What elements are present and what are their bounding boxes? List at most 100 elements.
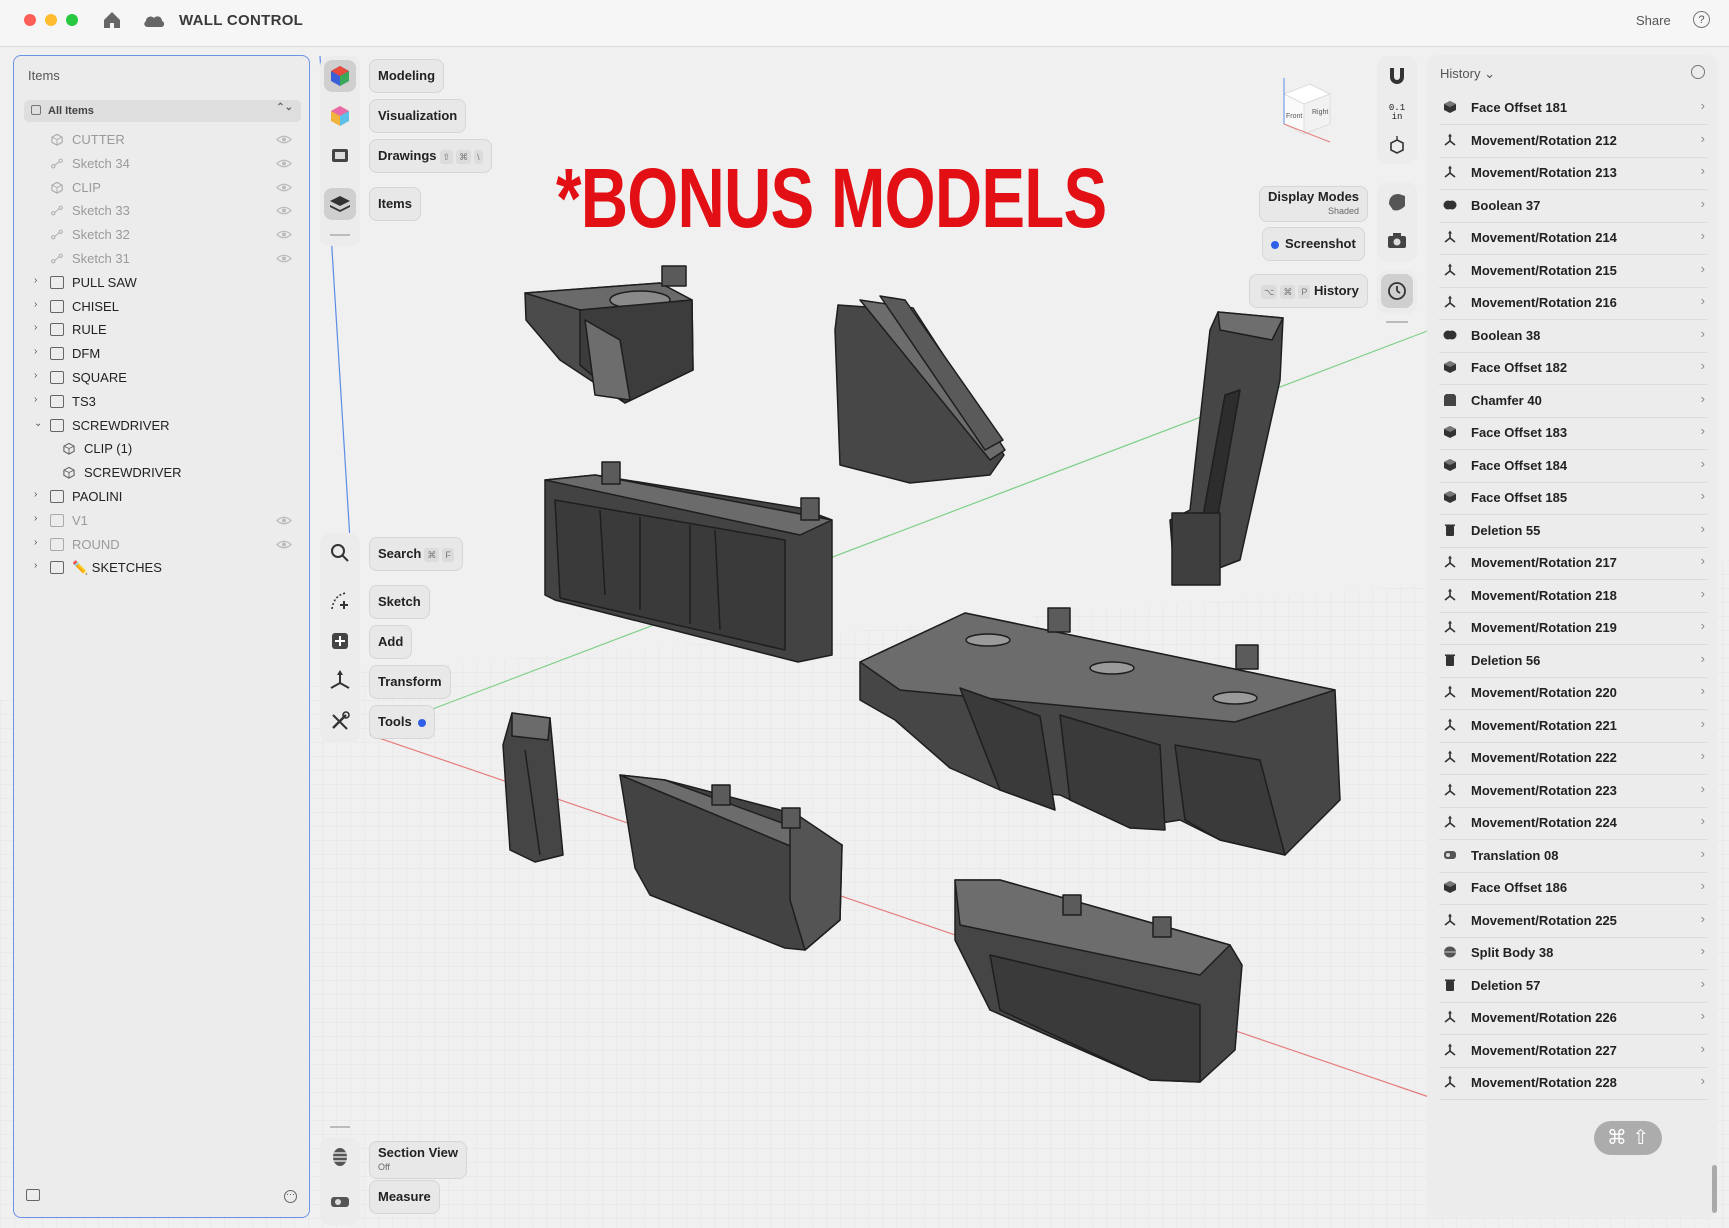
- new-folder-icon[interactable]: [26, 1189, 40, 1201]
- chevron-right-icon[interactable]: ›: [1701, 1041, 1705, 1056]
- drawings-pill[interactable]: Drawings ⇧ ⌘ \: [369, 139, 492, 173]
- search-pill[interactable]: Search ⌘ F: [369, 537, 463, 571]
- chevron-right-icon[interactable]: ›: [1701, 716, 1705, 731]
- chevron-right-icon[interactable]: ›: [1701, 586, 1705, 601]
- tree-folder[interactable]: › TS3: [14, 390, 311, 414]
- measure-pill[interactable]: Measure: [369, 1180, 440, 1214]
- home-icon[interactable]: [101, 9, 123, 31]
- history-item[interactable]: Face Offset 182 ›: [1439, 350, 1707, 385]
- tree-folder[interactable]: › ROUND: [14, 533, 311, 557]
- transform-button[interactable]: [324, 665, 356, 697]
- chevron-right-icon[interactable]: ›: [1701, 1008, 1705, 1023]
- history-toggle-button[interactable]: [1381, 274, 1413, 308]
- screenshot-pill[interactable]: Screenshot: [1262, 227, 1365, 261]
- history-item[interactable]: Movement/Rotation 217 ›: [1439, 545, 1707, 580]
- history-item[interactable]: Movement/Rotation 212 ›: [1439, 123, 1707, 158]
- transform-pill[interactable]: Transform: [369, 665, 451, 699]
- chevron-right-icon[interactable]: ›: [1701, 488, 1705, 503]
- zoom-window-button[interactable]: [66, 14, 78, 26]
- history-panel-title[interactable]: History ⌄: [1440, 66, 1495, 82]
- close-window-button[interactable]: [24, 14, 36, 26]
- tree-item[interactable]: Sketch 32: [14, 223, 311, 247]
- chevron-right-icon[interactable]: ›: [1701, 228, 1705, 243]
- history-item[interactable]: Movement/Rotation 213 ›: [1439, 155, 1707, 190]
- history-item[interactable]: Split Body 38 ›: [1439, 935, 1707, 970]
- more-options-icon[interactable]: ···: [284, 1190, 297, 1203]
- chevron-right-icon[interactable]: ›: [34, 513, 37, 524]
- history-item[interactable]: Movement/Rotation 219 ›: [1439, 610, 1707, 645]
- tree-folder[interactable]: › V1: [14, 509, 311, 533]
- visibility-eye-icon[interactable]: [276, 229, 292, 240]
- chevron-right-icon[interactable]: ›: [34, 394, 37, 405]
- visibility-eye-icon[interactable]: [276, 134, 292, 145]
- history-pill[interactable]: ⌥ ⌘ P History: [1249, 274, 1368, 308]
- chevron-right-icon[interactable]: ›: [1701, 196, 1705, 211]
- items-panel-toggle[interactable]: [324, 188, 356, 220]
- tree-folder[interactable]: › ✏️ SKETCHES: [14, 556, 311, 580]
- sketch-button[interactable]: [324, 585, 356, 617]
- units-readout[interactable]: 0.1 in: [1383, 104, 1411, 122]
- snap-cube-icon[interactable]: [1385, 134, 1409, 158]
- visualization-pill[interactable]: Visualization: [369, 99, 467, 133]
- history-item[interactable]: Deletion 56 ›: [1439, 643, 1707, 678]
- history-item[interactable]: Movement/Rotation 216 ›: [1439, 285, 1707, 320]
- tree-folder[interactable]: › SQUARE: [14, 366, 311, 390]
- history-item[interactable]: Movement/Rotation 224 ›: [1439, 805, 1707, 840]
- history-item[interactable]: Face Offset 185 ›: [1439, 480, 1707, 515]
- add-pill[interactable]: Add: [369, 625, 413, 659]
- chevron-right-icon[interactable]: ›: [1701, 358, 1705, 373]
- chevron-right-icon[interactable]: ›: [1701, 391, 1705, 406]
- tree-folder[interactable]: › DFM: [14, 342, 311, 366]
- tree-item[interactable]: CLIP (1): [14, 437, 311, 461]
- chevron-right-icon[interactable]: ›: [34, 489, 37, 500]
- items-filter-dropdown[interactable]: All Items ⌃⌄: [24, 100, 301, 122]
- chevron-right-icon[interactable]: ›: [34, 560, 37, 571]
- chevron-right-icon[interactable]: ›: [34, 370, 37, 381]
- chevron-right-icon[interactable]: ›: [1701, 1073, 1705, 1088]
- chevron-right-icon[interactable]: ›: [34, 322, 37, 333]
- search-button[interactable]: [324, 537, 356, 569]
- tree-item[interactable]: Sketch 34: [14, 152, 311, 176]
- chevron-right-icon[interactable]: ›: [1701, 293, 1705, 308]
- history-item[interactable]: Translation 08 ›: [1439, 838, 1707, 873]
- view-cube[interactable]: Front Right: [1270, 74, 1338, 144]
- history-scrollbar[interactable]: [1712, 1165, 1717, 1213]
- history-item[interactable]: Movement/Rotation 227 ›: [1439, 1033, 1707, 1068]
- history-item[interactable]: Face Offset 186 ›: [1439, 870, 1707, 905]
- chevron-right-icon[interactable]: ›: [1701, 748, 1705, 763]
- visibility-eye-icon[interactable]: [276, 539, 292, 550]
- chevron-right-icon[interactable]: ›: [1701, 976, 1705, 991]
- chevron-right-icon[interactable]: ›: [1701, 813, 1705, 828]
- section-view-button[interactable]: [324, 1141, 356, 1173]
- tree-item[interactable]: CUTTER: [14, 128, 311, 152]
- modeling-pill[interactable]: Modeling: [369, 59, 445, 93]
- history-item[interactable]: Chamfer 40 ›: [1439, 383, 1707, 418]
- visibility-eye-icon[interactable]: [276, 515, 292, 526]
- history-item[interactable]: Movement/Rotation 220 ›: [1439, 675, 1707, 710]
- history-item[interactable]: Movement/Rotation 215 ›: [1439, 253, 1707, 288]
- history-item[interactable]: Face Offset 184 ›: [1439, 448, 1707, 483]
- visibility-eye-icon[interactable]: [276, 158, 292, 169]
- document-title[interactable]: WALL CONTROL: [179, 12, 303, 29]
- chevron-right-icon[interactable]: ›: [1701, 553, 1705, 568]
- visibility-eye-icon[interactable]: [276, 205, 292, 216]
- magnet-icon[interactable]: [1385, 64, 1409, 88]
- chevron-right-icon[interactable]: ›: [1701, 846, 1705, 861]
- history-item[interactable]: Boolean 38 ›: [1439, 318, 1707, 353]
- visualization-workspace-button[interactable]: [324, 100, 356, 132]
- chevron-right-icon[interactable]: ›: [1701, 261, 1705, 276]
- chevron-right-icon[interactable]: ›: [34, 299, 37, 310]
- sketch-pill[interactable]: Sketch: [369, 585, 430, 619]
- history-item[interactable]: Deletion 55 ›: [1439, 513, 1707, 548]
- tree-item[interactable]: Sketch 31: [14, 247, 311, 271]
- chevron-right-icon[interactable]: ›: [1701, 456, 1705, 471]
- history-item[interactable]: Deletion 57 ›: [1439, 968, 1707, 1003]
- visibility-eye-icon[interactable]: [276, 253, 292, 264]
- history-item[interactable]: Movement/Rotation 221 ›: [1439, 708, 1707, 743]
- chevron-right-icon[interactable]: ›: [1701, 98, 1705, 113]
- history-item[interactable]: Movement/Rotation 223 ›: [1439, 773, 1707, 808]
- chevron-right-icon[interactable]: ›: [1701, 651, 1705, 666]
- tree-item[interactable]: Sketch 33: [14, 199, 311, 223]
- measure-button[interactable]: [324, 1185, 356, 1217]
- filter-icon[interactable]: [1691, 65, 1705, 79]
